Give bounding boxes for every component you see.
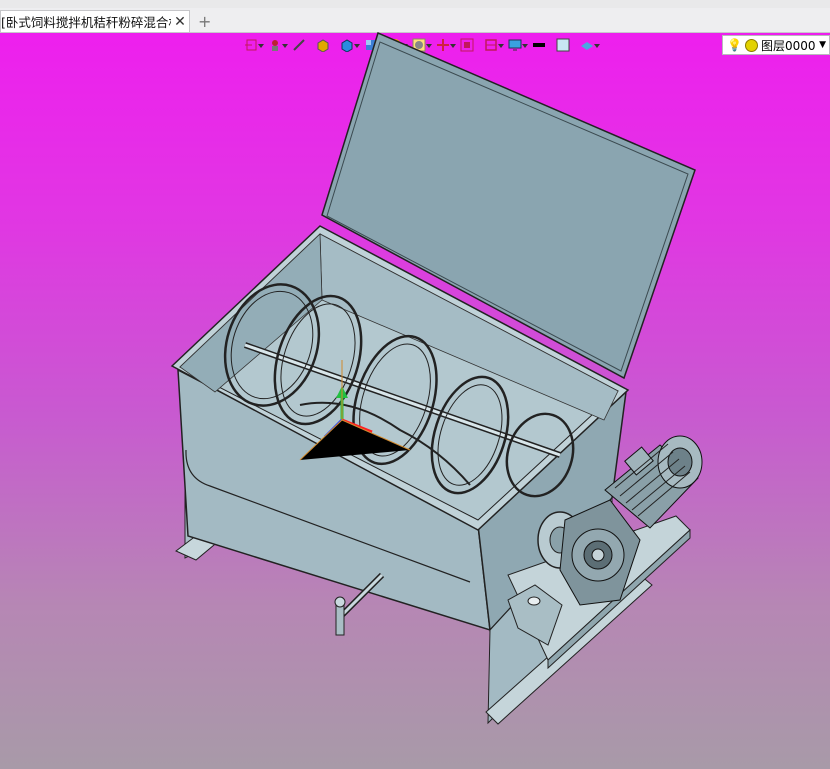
mixer-model[interactable] <box>0 0 830 769</box>
